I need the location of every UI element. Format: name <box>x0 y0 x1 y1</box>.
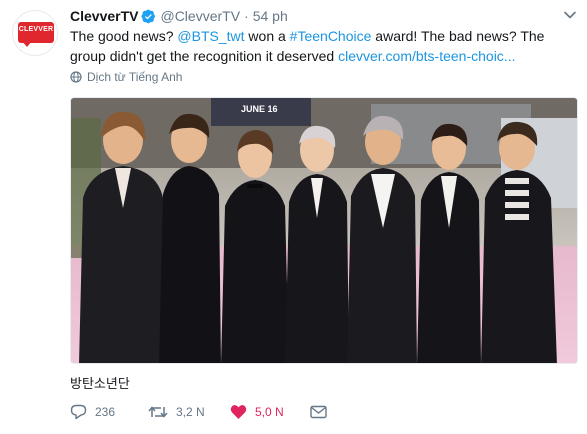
tweet-text-part: The good news? <box>70 28 178 44</box>
avatar[interactable]: CLEVVER <box>12 10 58 56</box>
reply-button[interactable]: 236 <box>70 404 148 420</box>
verified-badge-icon <box>141 9 156 23</box>
direct-message-button[interactable] <box>310 405 335 419</box>
author-handle[interactable]: @ClevverTV <box>160 8 240 24</box>
translate-tweet[interactable]: Dịch từ Tiếng Anh <box>70 69 182 85</box>
group-photo: JUNE 16 <box>71 98 577 363</box>
like-count: 5,0 N <box>255 405 284 419</box>
display-name[interactable]: ClevverTV <box>70 8 138 24</box>
heart-icon <box>230 405 247 419</box>
tweet-text: The good news? @BTS_twt won a #TeenChoic… <box>70 26 578 66</box>
clevver-logo-tail <box>22 41 32 47</box>
chevron-down-icon[interactable] <box>563 8 577 22</box>
tweet-text-part: won a <box>244 28 290 44</box>
tweet-actions: 236 3,2 N 5,0 N <box>70 402 335 422</box>
like-button[interactable]: 5,0 N <box>230 404 310 420</box>
tweet[interactable]: CLEVVER ClevverTV @ClevverTV · 54 ph The… <box>0 0 587 434</box>
reply-icon <box>70 404 87 420</box>
article-link[interactable]: clevver.com/bts-teen-choic... <box>338 48 515 64</box>
retweet-icon <box>148 406 168 418</box>
retweet-button[interactable]: 3,2 N <box>148 404 230 420</box>
hashtag-link[interactable]: #TeenChoice <box>290 28 372 44</box>
photo-banner-text: JUNE 16 <box>241 104 278 114</box>
separator-dot: · <box>244 8 249 24</box>
tweet-header: ClevverTV @ClevverTV · 54 ph <box>70 6 288 26</box>
retweet-count: 3,2 N <box>176 405 205 419</box>
tweet-photo[interactable]: JUNE 16 <box>70 97 578 364</box>
globe-icon <box>70 71 82 83</box>
tweet-timestamp[interactable]: 54 ph <box>253 8 288 24</box>
mention-link[interactable]: @BTS_twt <box>177 28 244 44</box>
reply-count: 236 <box>95 405 116 419</box>
envelope-icon <box>310 405 327 419</box>
translate-label[interactable]: Dịch từ Tiếng Anh <box>87 70 182 84</box>
photo-caption: 방탄소년단 <box>70 377 130 392</box>
avatar-logo-text: CLEVVER <box>18 26 54 33</box>
